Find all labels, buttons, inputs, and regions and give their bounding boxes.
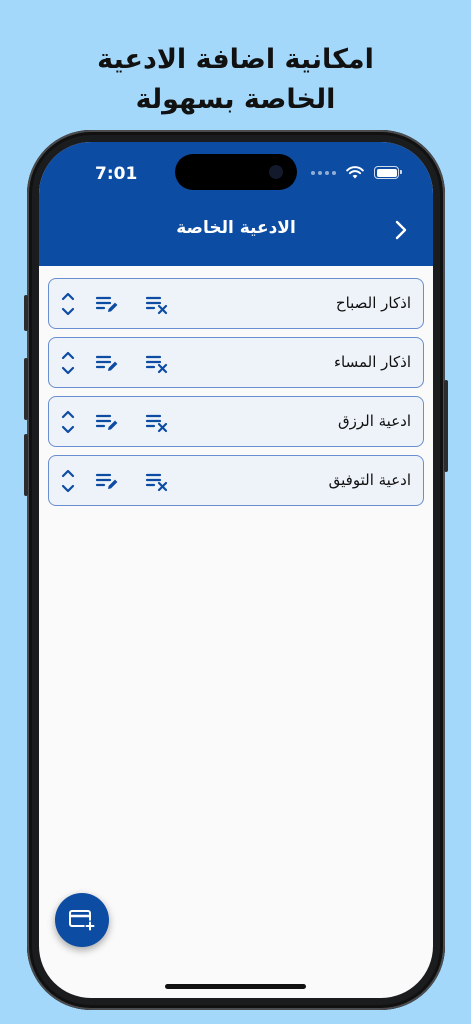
status-time: 7:01 bbox=[95, 164, 138, 184]
edit-button[interactable] bbox=[95, 291, 121, 317]
remove-list-icon bbox=[145, 414, 168, 433]
page-title: الادعية الخاصة bbox=[176, 218, 296, 238]
app-header: 7:01 الادعية الخاصة bbox=[39, 142, 433, 266]
volume-down-button bbox=[24, 434, 28, 496]
dua-list: اذكار الصباح اذكار المساء ادعية الرزق اد… bbox=[48, 278, 424, 514]
remove-list-icon bbox=[145, 296, 168, 315]
dua-title: اذكار الصباح bbox=[335, 294, 411, 312]
reorder-icon bbox=[61, 292, 75, 316]
edit-button[interactable] bbox=[95, 350, 121, 376]
delete-button[interactable] bbox=[145, 468, 171, 494]
edit-button[interactable] bbox=[95, 468, 121, 494]
edit-list-icon bbox=[95, 355, 118, 371]
battery-icon bbox=[374, 166, 402, 179]
dua-title: ادعية الرزق bbox=[337, 412, 411, 430]
action-button bbox=[24, 295, 28, 331]
remove-list-icon bbox=[145, 355, 168, 374]
wifi-icon bbox=[346, 166, 364, 179]
add-card-icon bbox=[69, 910, 96, 932]
add-dua-button[interactable] bbox=[55, 893, 109, 947]
power-button bbox=[444, 380, 448, 472]
reorder-button[interactable] bbox=[55, 409, 81, 435]
list-item[interactable]: اذكار الصباح bbox=[48, 278, 424, 329]
reorder-button[interactable] bbox=[55, 291, 81, 317]
status-icons bbox=[311, 166, 402, 179]
promo-line-1: امكانية اضافة الادعية bbox=[97, 44, 374, 75]
list-item[interactable]: اذكار المساء bbox=[48, 337, 424, 388]
reorder-button[interactable] bbox=[55, 350, 81, 376]
signal-icon bbox=[311, 170, 336, 175]
edit-list-icon bbox=[95, 296, 118, 312]
promo-headline: امكانية اضافة الادعية الخاصة بسهولة bbox=[0, 40, 471, 120]
app-screen: 7:01 الادعية الخاصة اذكار الصباح اذكار ا… bbox=[39, 142, 433, 998]
reorder-icon bbox=[61, 351, 75, 375]
delete-button[interactable] bbox=[145, 350, 171, 376]
reorder-button[interactable] bbox=[55, 468, 81, 494]
reorder-icon bbox=[61, 469, 75, 493]
list-item[interactable]: ادعية التوفيق bbox=[48, 455, 424, 506]
reorder-icon bbox=[61, 410, 75, 434]
volume-up-button bbox=[24, 358, 28, 420]
edit-list-icon bbox=[95, 473, 118, 489]
delete-button[interactable] bbox=[145, 291, 171, 317]
list-item[interactable]: ادعية الرزق bbox=[48, 396, 424, 447]
promo-line-2: الخاصة بسهولة bbox=[135, 84, 336, 115]
dua-title: اذكار المساء bbox=[334, 353, 411, 371]
remove-list-icon bbox=[145, 473, 168, 492]
back-button[interactable] bbox=[387, 216, 415, 244]
dynamic-island bbox=[175, 154, 297, 190]
home-indicator bbox=[165, 984, 306, 989]
edit-list-icon bbox=[95, 414, 118, 430]
dua-title: ادعية التوفيق bbox=[328, 471, 411, 489]
phone-frame: 7:01 الادعية الخاصة اذكار الصباح اذكار ا… bbox=[24, 130, 448, 1010]
chevron-right-icon bbox=[395, 220, 407, 240]
edit-button[interactable] bbox=[95, 409, 121, 435]
delete-button[interactable] bbox=[145, 409, 171, 435]
camera-icon bbox=[269, 165, 283, 179]
